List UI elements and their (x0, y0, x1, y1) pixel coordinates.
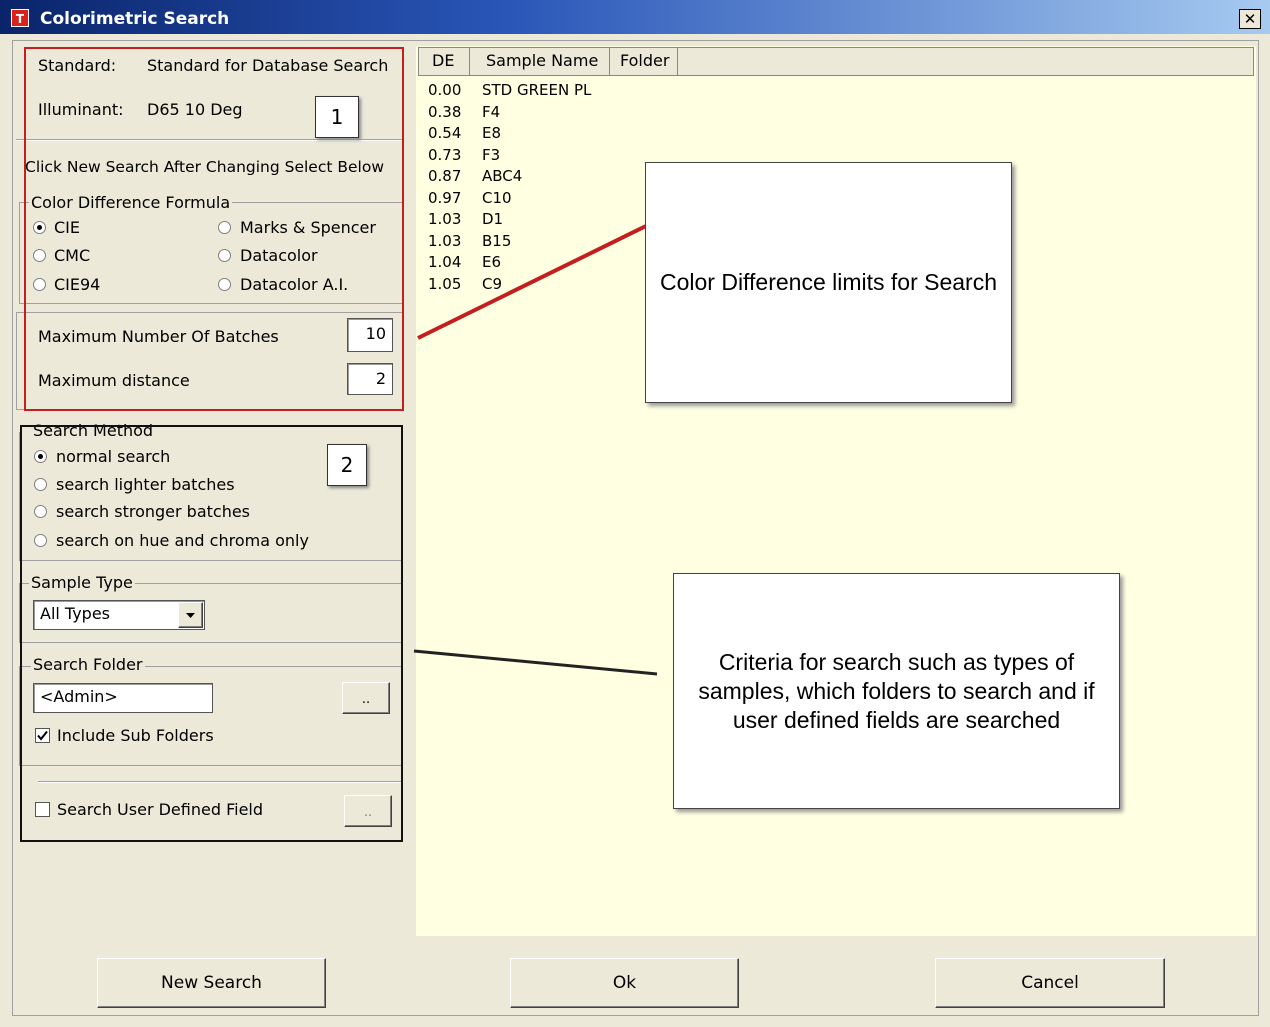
annotation-note-2: Criteria for search such as types of sam… (673, 573, 1120, 809)
annotation-note-1-text: Color Difference limits for Search (659, 269, 998, 295)
new-search-button[interactable]: New Search (97, 958, 326, 1008)
annotation-line-1 (417, 224, 647, 340)
annotation-line-2 (413, 649, 658, 676)
annotation-note-2-text: Criteria for search such as types of sam… (698, 648, 1095, 733)
annotation-note-1: Color Difference limits for Search (645, 162, 1012, 403)
ok-button[interactable]: Ok (510, 958, 739, 1008)
annotation-lines (413, 224, 658, 676)
cancel-button[interactable]: Cancel (935, 958, 1165, 1008)
